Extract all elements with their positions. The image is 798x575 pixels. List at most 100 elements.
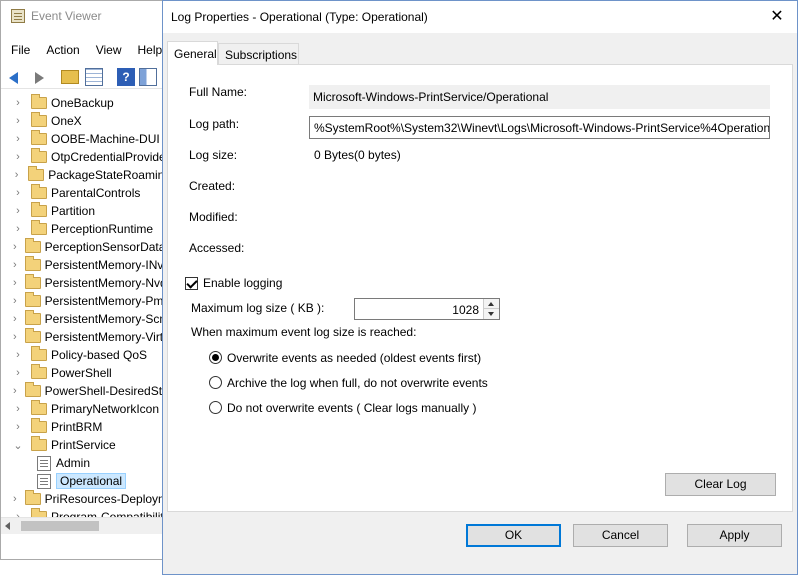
chevron-right-icon[interactable]: ›	[13, 169, 20, 181]
tree-item[interactable]: Operational	[1, 472, 171, 490]
tree-item[interactable]: › PriResources-Deployment	[1, 490, 171, 508]
log-icon	[37, 473, 51, 489]
chevron-right-icon[interactable]: ›	[13, 403, 23, 415]
tree-horizontal-scrollbar[interactable]	[1, 517, 171, 534]
tree-item[interactable]: › PerceptionRuntime	[1, 220, 171, 238]
enable-logging-label[interactable]: Enable logging	[203, 276, 282, 290]
do-not-overwrite-label[interactable]: Do not overwrite events ( Clear logs man…	[227, 401, 476, 415]
tree-item[interactable]: › OtpCredentialProvider	[1, 148, 171, 166]
tab-subscriptions[interactable]: Subscriptions	[218, 43, 299, 65]
chevron-right-icon[interactable]: ›	[13, 115, 23, 127]
show-hide-tree-icon[interactable]	[85, 68, 103, 86]
toolbar: ?	[1, 65, 171, 89]
max-log-size-value[interactable]: 1028	[452, 303, 479, 317]
log-path-field[interactable]: %SystemRoot%\System32\Winevt\Logs\Micros…	[309, 116, 770, 139]
created-label: Created:	[189, 179, 236, 193]
chevron-right-icon[interactable]: ›	[13, 259, 17, 271]
chevron-right-icon[interactable]: ›	[13, 277, 17, 289]
tree-item[interactable]: › PersistentMemory-NvdimmN	[1, 274, 171, 292]
tree-item-label: OneX	[51, 114, 82, 128]
tree-item[interactable]: › PersistentMemory-INvdimm	[1, 256, 171, 274]
menu-action[interactable]: Action	[36, 39, 85, 61]
chevron-right-icon[interactable]: ›	[13, 223, 23, 235]
clear-log-button[interactable]: Clear Log	[665, 473, 776, 496]
archive-when-full-label[interactable]: Archive the log when full, do not overwr…	[227, 376, 488, 390]
chevron-right-icon[interactable]: ›	[13, 385, 17, 397]
tree-item[interactable]: › PowerShell-DesiredStateConfiguration	[1, 382, 171, 400]
tree-item[interactable]: › OneX	[1, 112, 171, 130]
tree-item[interactable]: › OOBE-Machine-DUI	[1, 130, 171, 148]
close-icon[interactable]: ✕	[767, 7, 787, 27]
stepper-down-icon[interactable]	[484, 309, 499, 319]
scroll-thumb[interactable]	[21, 521, 99, 531]
chevron-right-icon[interactable]: ›	[13, 367, 23, 379]
chevron-right-icon[interactable]: ›	[13, 151, 23, 163]
tree-item[interactable]: › PackageStateRoaming	[1, 166, 171, 184]
ok-button[interactable]: OK	[466, 524, 561, 547]
folder-icon	[24, 274, 41, 289]
enable-logging-checkbox[interactable]	[185, 277, 198, 290]
tree-item[interactable]: › Policy-based QoS	[1, 346, 171, 364]
tree-item-label: PersistentMemory-NvdimmN	[44, 276, 171, 290]
cancel-button[interactable]: Cancel	[573, 524, 668, 547]
tab-general[interactable]: General	[167, 41, 218, 65]
radio-archive-when-full[interactable]	[209, 376, 222, 389]
chevron-right-icon[interactable]: ›	[13, 241, 17, 253]
open-folder-icon[interactable]	[61, 70, 79, 84]
tree-item[interactable]: › PerceptionSensorDataService	[1, 238, 171, 256]
tree-item[interactable]: › PrintBRM	[1, 418, 171, 436]
tree-item[interactable]: › PersistentMemory-ScmBus	[1, 310, 171, 328]
full-name-value: Microsoft-Windows-PrintService/Operation…	[309, 85, 770, 109]
forward-arrow-icon[interactable]	[29, 68, 47, 86]
folder-icon	[24, 256, 41, 271]
folder-icon	[31, 400, 47, 415]
overwrite-as-needed-label[interactable]: Overwrite events as needed (oldest event…	[227, 351, 481, 365]
apply-button[interactable]: Apply	[687, 524, 782, 547]
tree-item-label: Policy-based QoS	[51, 348, 148, 362]
tree-item[interactable]: › OneBackup	[1, 94, 171, 112]
folder-icon	[31, 94, 47, 109]
folder-icon	[31, 220, 47, 235]
scroll-left-icon[interactable]	[5, 522, 10, 530]
stepper-up-icon[interactable]	[484, 299, 499, 309]
tree-item[interactable]: › PrimaryNetworkIcon	[1, 400, 171, 418]
help-icon[interactable]: ?	[117, 68, 135, 86]
folder-icon	[24, 328, 41, 343]
tree-item[interactable]: › PersistentMemory-VirtualNvdimm	[1, 328, 171, 346]
max-log-size-stepper[interactable]: 1028	[354, 298, 500, 320]
chevron-right-icon[interactable]: ›	[13, 133, 23, 145]
chevron-right-icon[interactable]: ›	[13, 349, 23, 361]
chevron-right-icon[interactable]: ›	[13, 205, 23, 217]
when-max-reached-label: When maximum event log size is reached:	[191, 325, 417, 339]
radio-do-not-overwrite[interactable]	[209, 401, 222, 414]
tree-item[interactable]: Admin	[1, 454, 171, 472]
chevron-down-icon[interactable]: ⌄	[13, 439, 23, 452]
folder-icon	[24, 310, 41, 325]
folder-icon	[24, 490, 41, 505]
tree-item-label: PerceptionSensorDataService	[44, 240, 171, 254]
chevron-right-icon[interactable]: ›	[13, 313, 17, 325]
chevron-right-icon[interactable]: ›	[13, 295, 17, 307]
menu-view[interactable]: View	[86, 39, 128, 61]
max-log-size-label: Maximum log size ( KB ):	[191, 301, 325, 315]
folder-icon	[24, 238, 41, 253]
chevron-right-icon[interactable]: ›	[13, 97, 23, 109]
chevron-right-icon[interactable]: ›	[13, 187, 23, 199]
tree-item[interactable]: › PersistentMemory-PmemDisk	[1, 292, 171, 310]
tree-item[interactable]: › ParentalControls	[1, 184, 171, 202]
back-arrow-icon[interactable]	[7, 68, 25, 86]
chevron-right-icon[interactable]: ›	[13, 331, 17, 343]
tree-item-label: ParentalControls	[51, 186, 141, 200]
radio-overwrite-as-needed[interactable]	[209, 351, 222, 364]
tree-item-label: PersistentMemory-INvdimm	[44, 258, 171, 272]
tree-item[interactable]: › PowerShell	[1, 364, 171, 382]
tree-item-label: OneBackup	[51, 96, 114, 110]
show-action-pane-icon[interactable]	[139, 68, 157, 86]
tree-item-label: PriResources-Deployment	[44, 492, 171, 506]
tree-item[interactable]: ⌄ PrintService	[1, 436, 171, 454]
chevron-right-icon[interactable]: ›	[13, 493, 17, 505]
chevron-right-icon[interactable]: ›	[13, 421, 23, 433]
tree-item[interactable]: › Partition	[1, 202, 171, 220]
menu-file[interactable]: File	[1, 39, 36, 61]
folder-icon	[31, 148, 47, 163]
